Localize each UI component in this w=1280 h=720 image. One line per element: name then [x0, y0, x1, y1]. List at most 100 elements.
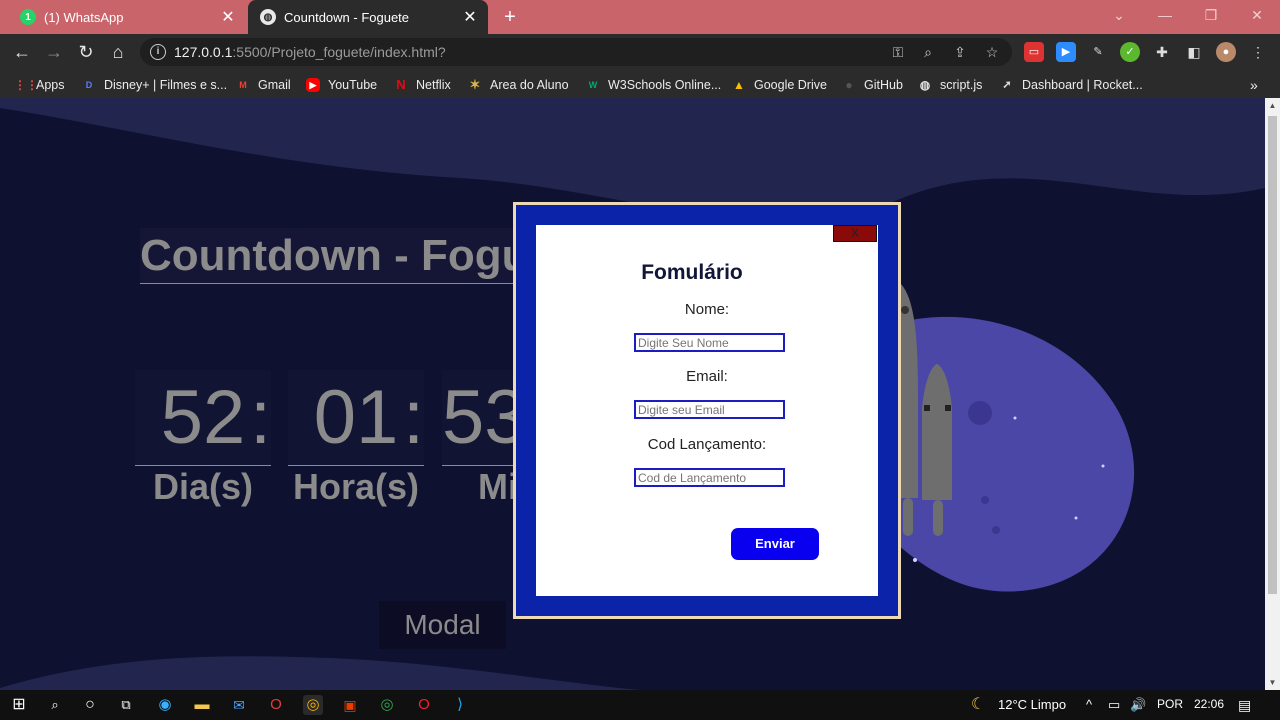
tray-expand-icon[interactable]: ^: [1086, 697, 1092, 712]
countdown-separator: :: [250, 375, 272, 460]
page-title: Countdown - Fogu: [140, 228, 559, 284]
minimize-icon[interactable]: —: [1142, 0, 1188, 34]
star: [1074, 516, 1078, 520]
email-label: Email:: [686, 368, 728, 385]
key-icon[interactable]: ⚿: [890, 44, 906, 60]
clock[interactable]: 22:06: [1194, 697, 1224, 711]
open-modal-button[interactable]: Modal: [379, 601, 506, 649]
bookmark-area-aluno[interactable]: ✶ Area do Aluno: [468, 76, 569, 94]
info-icon[interactable]: i: [150, 44, 166, 60]
globe-icon: ◍: [260, 9, 276, 25]
home-icon[interactable]: ⌂: [104, 38, 132, 66]
file-explorer-icon[interactable]: ▬: [192, 695, 212, 715]
address-bar[interactable]: i 127.0.0.1:5500/Projeto_foguete/index.h…: [140, 38, 1012, 66]
label-days: Dia(s): [152, 466, 254, 507]
bookmark-youtube[interactable]: ▶ YouTube: [306, 76, 377, 94]
vscode-icon[interactable]: ⟩: [450, 695, 470, 715]
pen-extension-icon[interactable]: ✎: [1088, 42, 1108, 62]
bookmark-netflix[interactable]: N Netflix: [394, 76, 450, 94]
task-view-icon[interactable]: ⧉: [116, 695, 136, 715]
forward-icon[interactable]: →: [40, 38, 68, 66]
star: [913, 558, 917, 562]
network-icon[interactable]: ▭: [1108, 697, 1120, 713]
bookmark-script[interactable]: ◍ script.js: [918, 76, 983, 94]
form-title: Fomulário: [641, 261, 743, 284]
windows-start-icon[interactable]: ⊞: [9, 695, 29, 715]
tab-countdown[interactable]: ◍ Countdown - Foguete ✕: [248, 0, 488, 34]
mail-icon[interactable]: ✉: [229, 695, 249, 715]
chrome-icon[interactable]: ◎: [303, 695, 323, 715]
close-icon[interactable]: ✕: [218, 7, 238, 27]
edge-icon[interactable]: ◉: [155, 695, 175, 715]
rocket-window: [901, 306, 909, 314]
avatar[interactable]: ●: [1216, 42, 1236, 62]
bookmark-apps[interactable]: ⋮⋮ Apps: [14, 76, 65, 94]
zoom-extension-icon[interactable]: ▶: [1056, 42, 1076, 62]
scroll-down-icon[interactable]: ▼: [1265, 678, 1280, 687]
label-hours: Hora(s): [292, 466, 420, 507]
crater: [992, 526, 1000, 534]
notification-icon[interactable]: ▤: [1238, 697, 1251, 714]
restore-icon[interactable]: ❐: [1188, 0, 1234, 34]
close-window-icon[interactable]: ✕: [1234, 0, 1280, 34]
rocket-right: [922, 364, 952, 500]
back-icon[interactable]: ←: [8, 38, 36, 66]
tab-whatsapp[interactable]: 1 (1) WhatsApp ✕: [8, 0, 246, 34]
tab-title: Countdown - Foguete: [284, 9, 410, 25]
scrollbar-thumb[interactable]: [1268, 116, 1277, 594]
puzzle-icon[interactable]: ✚: [1152, 42, 1172, 62]
bottom-wave: [0, 656, 640, 690]
disney-icon: D: [85, 80, 93, 90]
launch-code-input[interactable]: [634, 468, 785, 487]
close-icon[interactable]: ✕: [460, 7, 480, 27]
netflix-icon: N: [396, 77, 406, 92]
zoom-icon[interactable]: ⌕: [920, 44, 936, 60]
modal-content: X Fomulário Nome: Email: Cod Lançamento:…: [536, 225, 878, 596]
bookmark-github[interactable]: ● GitHub: [842, 76, 903, 94]
modal-close-button[interactable]: X: [833, 225, 877, 242]
youtube-icon: ▶: [306, 78, 320, 92]
cast-icon[interactable]: ▭: [1024, 42, 1044, 62]
opera-gx-icon[interactable]: O: [266, 695, 286, 715]
new-tab-button[interactable]: +: [498, 5, 522, 29]
bookmark-disney[interactable]: D Disney+ | Filmes e s...: [82, 76, 227, 94]
star-icon: ✶: [469, 77, 481, 92]
search-icon[interactable]: ⌕: [45, 695, 65, 715]
opera-icon[interactable]: O: [414, 695, 434, 715]
green-extension-icon[interactable]: ✓: [1120, 42, 1140, 62]
scroll-up-icon[interactable]: ▲: [1265, 101, 1280, 110]
bookmark-dashboard[interactable]: ➚ Dashboard | Rocket...: [1000, 76, 1142, 94]
name-label: Nome:: [684, 301, 730, 318]
rocket-icon: ➚: [1002, 79, 1012, 91]
sidepanel-icon[interactable]: ◧: [1184, 42, 1204, 62]
reload-icon[interactable]: ↻: [72, 38, 100, 66]
submit-button[interactable]: Enviar: [731, 528, 819, 560]
countdown-separator: :: [403, 375, 425, 460]
office-icon[interactable]: ▣: [340, 695, 360, 715]
bookmark-gmail[interactable]: M Gmail: [236, 76, 290, 94]
chrome-alt-icon[interactable]: ◎: [377, 695, 397, 715]
crater: [981, 496, 989, 504]
moon-weather-icon[interactable]: ☾: [968, 695, 988, 715]
w3schools-icon: W: [588, 80, 598, 90]
tab-search-icon[interactable]: ⌄: [1096, 0, 1142, 34]
bookmark-w3schools[interactable]: W W3Schools Online...: [586, 76, 722, 94]
email-input[interactable]: [634, 400, 785, 419]
rocket-window: [924, 405, 930, 411]
bookmark-google-drive[interactable]: ▲ Google Drive: [732, 76, 827, 94]
whatsapp-icon: 1: [20, 9, 36, 25]
cortana-icon[interactable]: ○: [80, 695, 100, 715]
weather-text[interactable]: 12°C Limpo: [998, 697, 1066, 712]
language-indicator[interactable]: POR: [1157, 697, 1183, 711]
scrollbar[interactable]: ▲ ▼: [1265, 98, 1280, 690]
star: [1101, 464, 1105, 468]
taskbar: ⊞ ⌕ ○ ⧉ ◉ ▬ ✉ O ◎ ▣ ◎ O ⟩ ☾ 12°C Limpo ^…: [0, 690, 1280, 720]
volume-icon[interactable]: 🔊: [1130, 697, 1146, 713]
share-icon[interactable]: ⇪: [952, 44, 968, 60]
bookmark-star-icon[interactable]: ☆: [984, 44, 1000, 60]
name-input[interactable]: [634, 333, 785, 352]
globe-icon: ◍: [919, 78, 931, 92]
menu-dots-icon[interactable]: ⋮: [1248, 42, 1268, 62]
launch-code-label: Cod Lançamento:: [647, 436, 767, 453]
more-bookmarks-icon[interactable]: »: [1250, 76, 1258, 94]
